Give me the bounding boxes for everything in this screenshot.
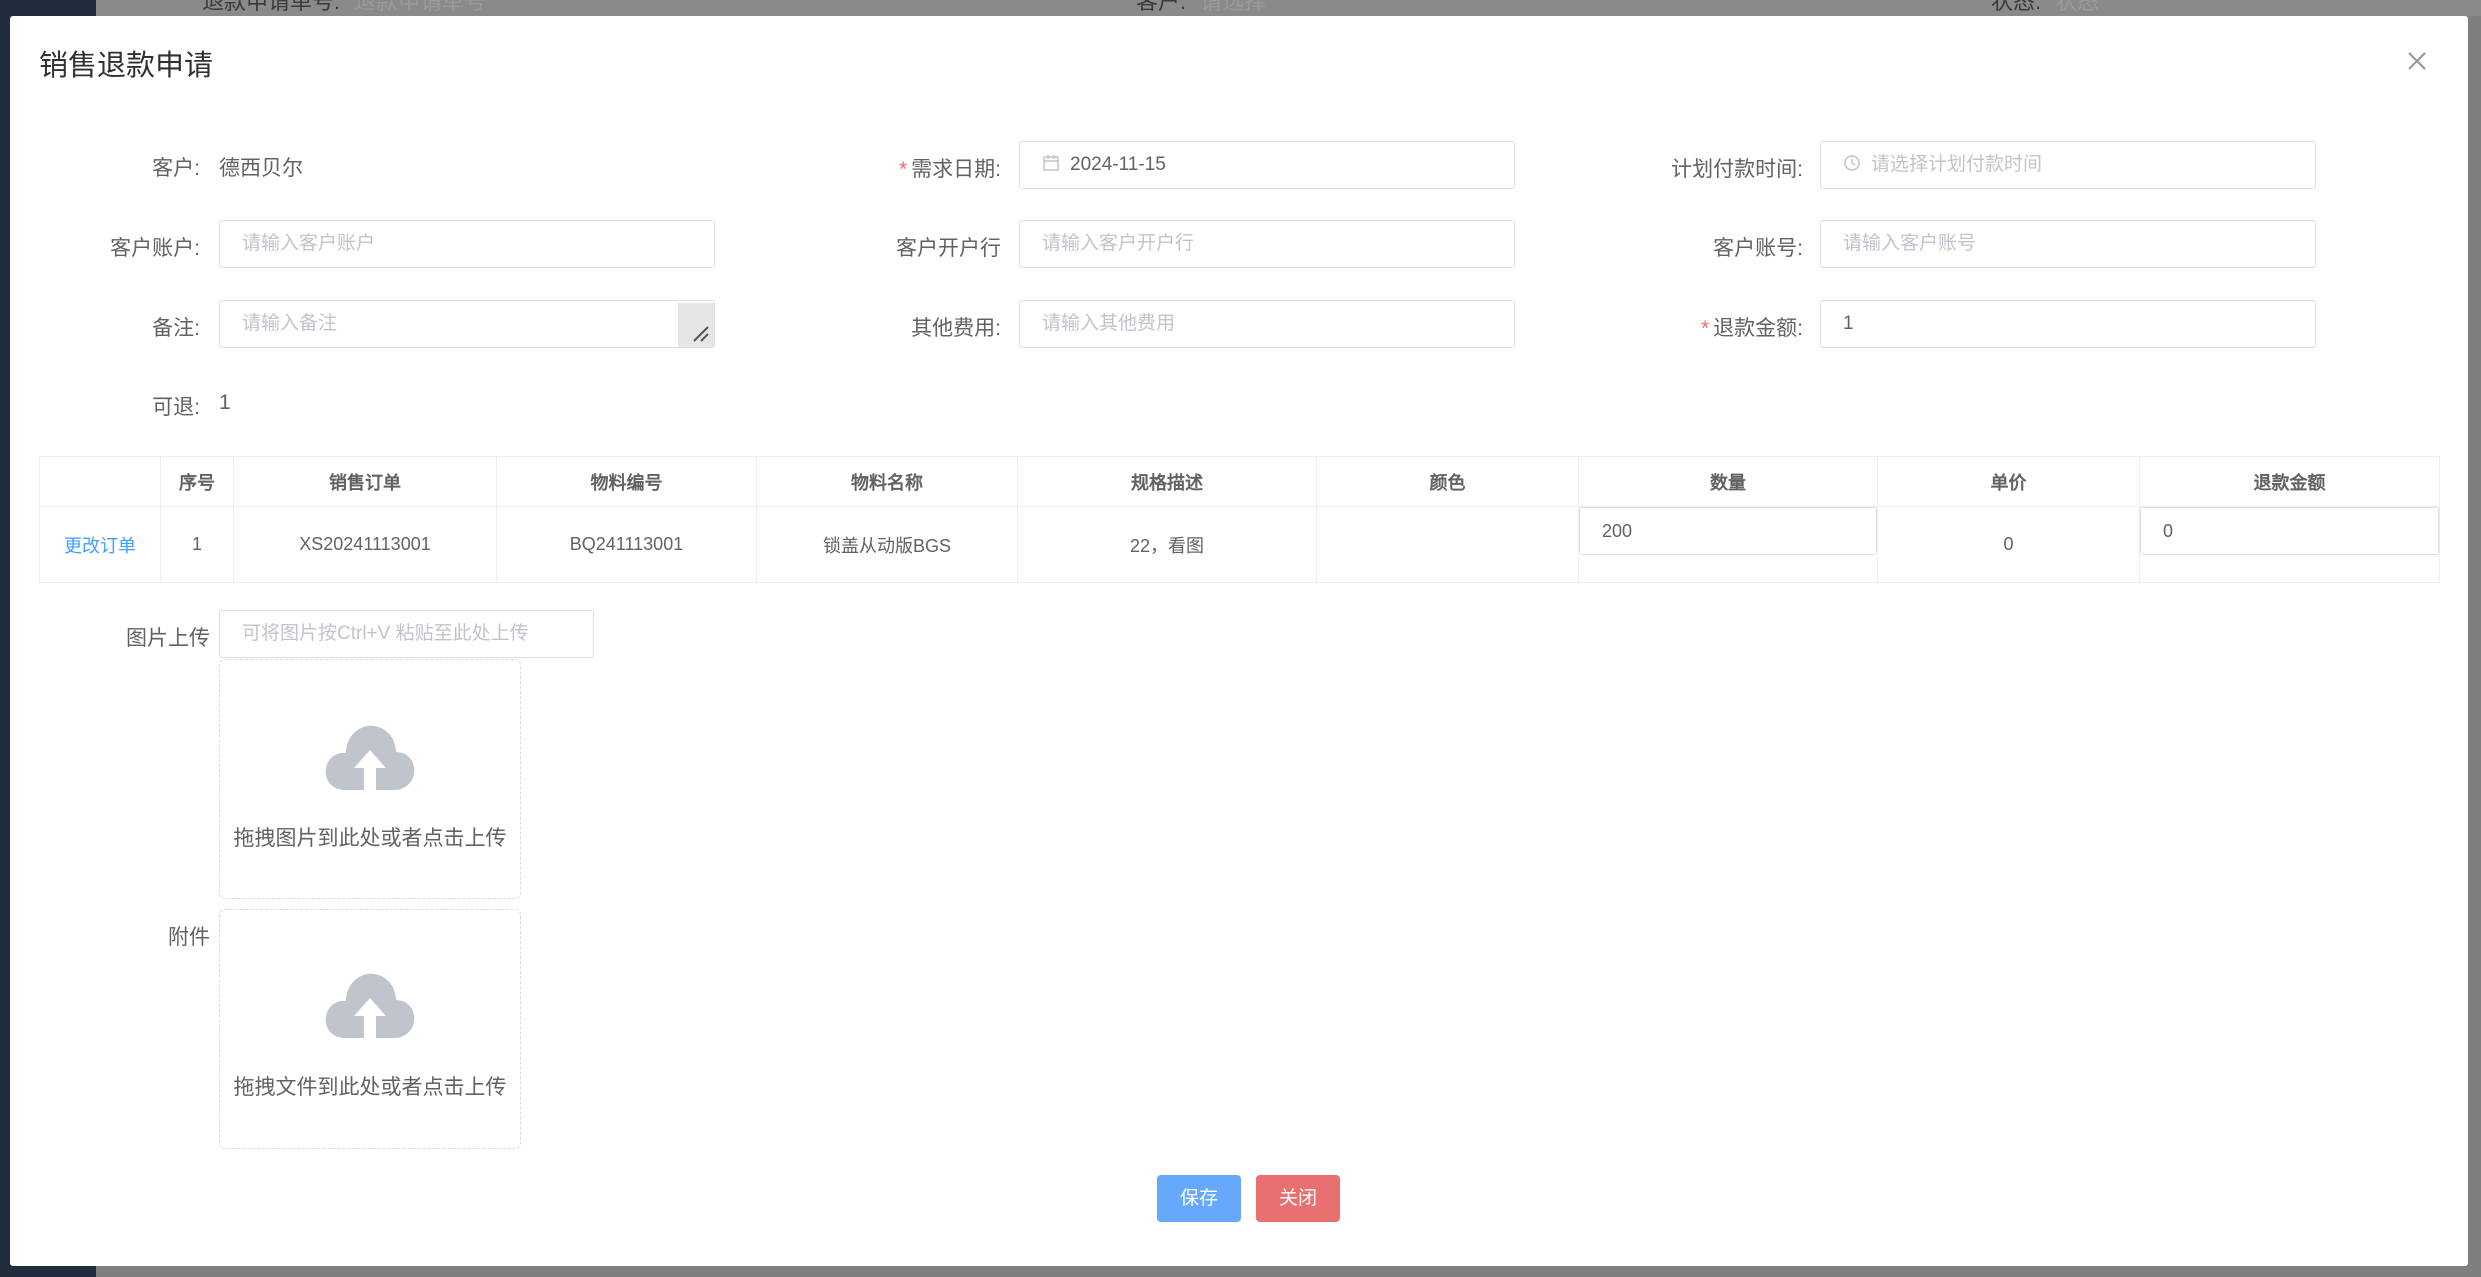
customer-account-no-input[interactable]: 请输入客户账号 bbox=[1820, 220, 2316, 268]
image-dropzone[interactable]: 拖拽图片到此处或者点击上传 bbox=[219, 659, 521, 899]
table-header-row: 序号 销售订单 物料编号 物料名称 规格描述 颜色 数量 单价 退款金额 bbox=[39, 456, 2440, 507]
attachment-dropzone[interactable]: 拖拽文件到此处或者点击上传 bbox=[219, 909, 521, 1149]
change-order-link[interactable]: 更改订单 bbox=[64, 536, 136, 556]
customer-bank-input[interactable]: 请输入客户开户行 bbox=[1019, 220, 1515, 268]
cell-index: 1 bbox=[160, 506, 234, 583]
attachment-label: 附件 bbox=[168, 926, 210, 949]
plan-pay-time-input[interactable]: 请选择计划付款时间 bbox=[1820, 141, 2316, 189]
cell-price: 0 bbox=[1877, 506, 2140, 583]
col-header-material-name: 物料名称 bbox=[756, 456, 1018, 507]
customer-bank-label: 客户开户行 bbox=[896, 237, 1001, 260]
cell-spec: 22，看图 bbox=[1017, 506, 1317, 583]
qty-input[interactable]: 200 bbox=[1579, 507, 1877, 555]
col-header-material-no: 物料编号 bbox=[496, 456, 757, 507]
close-icon[interactable] bbox=[2406, 50, 2428, 72]
customer-account-no-label: 客户账号: bbox=[1713, 237, 1803, 260]
refund-amount-label: * 退款金额: bbox=[1700, 317, 1803, 340]
upload-cloud-icon bbox=[325, 973, 415, 1038]
close-button[interactable]: 关闭 bbox=[1256, 1175, 1340, 1222]
cell-material-name: 锁盖从动版BGS bbox=[756, 506, 1018, 583]
cell-color bbox=[1316, 506, 1579, 583]
attachment-drop-text: 拖拽文件到此处或者点击上传 bbox=[233, 1076, 507, 1099]
paste-image-input[interactable]: 可将图片按Ctrl+V 粘贴至此处上传 bbox=[219, 610, 594, 658]
col-header-spec: 规格描述 bbox=[1017, 456, 1317, 507]
col-header-price: 单价 bbox=[1877, 456, 2140, 507]
customer-value: 德西贝尔 bbox=[219, 157, 303, 180]
table-row: 更改订单 1 XS20241113001 BQ241113001 锁盖从动版BG… bbox=[39, 506, 2440, 583]
col-header-refund: 退款金额 bbox=[2139, 456, 2440, 507]
refund-amount-input[interactable]: 1 bbox=[1820, 300, 2316, 348]
bg-filter-customer: 客户: 请选择 bbox=[1136, 0, 1267, 14]
other-fee-label: 其他费用: bbox=[911, 317, 1001, 340]
demand-date-label: * 需求日期: bbox=[898, 158, 1001, 181]
upload-cloud-icon bbox=[325, 725, 415, 790]
col-header-action bbox=[39, 456, 161, 507]
refundable-value: 1 bbox=[219, 391, 231, 414]
customer-account-input[interactable]: 请输入客户账户 bbox=[219, 220, 715, 268]
col-header-order: 销售订单 bbox=[233, 456, 497, 507]
demand-date-input[interactable]: 2024-11-15 bbox=[1019, 141, 1515, 189]
col-header-color: 颜色 bbox=[1316, 456, 1579, 507]
remark-label: 备注: bbox=[152, 317, 200, 340]
save-button[interactable]: 保存 bbox=[1157, 1175, 1241, 1222]
remark-textarea[interactable]: 请输入备注 bbox=[219, 300, 715, 348]
refund-dialog: 销售退款申请 客户: 德西贝尔 * 需求日期: 2024-11-15 计划付款时间… bbox=[10, 16, 2468, 1266]
clock-icon bbox=[1844, 155, 1860, 171]
resize-handle[interactable] bbox=[678, 303, 714, 347]
image-upload-label: 图片上传 bbox=[126, 627, 210, 650]
plan-pay-time-label: 计划付款时间: bbox=[1671, 158, 1803, 181]
order-table: 序号 销售订单 物料编号 物料名称 规格描述 颜色 数量 单价 退款金额 更改订… bbox=[39, 456, 2440, 583]
refundable-label: 可退: bbox=[152, 396, 200, 419]
customer-label: 客户: bbox=[152, 157, 200, 180]
cell-order: XS20241113001 bbox=[233, 506, 497, 583]
refund-cell-input[interactable]: 0 bbox=[2140, 507, 2439, 555]
bg-filter-status: 状态: 状态 bbox=[1991, 0, 2100, 14]
other-fee-input[interactable]: 请输入其他费用 bbox=[1019, 300, 1515, 348]
calendar-icon bbox=[1043, 155, 1059, 171]
bg-filter-refund-no: 退款申请单号: 退款申请单号 bbox=[202, 0, 487, 14]
background-filter-bar: 退款申请单号: 退款申请单号 客户: 请选择 状态: 状态 bbox=[96, 0, 2481, 16]
resize-icon bbox=[693, 326, 709, 342]
customer-account-label: 客户账户: bbox=[110, 237, 200, 260]
col-header-qty: 数量 bbox=[1578, 456, 1878, 507]
cell-material-no: BQ241113001 bbox=[496, 506, 757, 583]
col-header-index: 序号 bbox=[160, 456, 234, 507]
image-drop-text: 拖拽图片到此处或者点击上传 bbox=[233, 827, 507, 850]
dialog-title: 销售退款申请 bbox=[39, 50, 214, 82]
